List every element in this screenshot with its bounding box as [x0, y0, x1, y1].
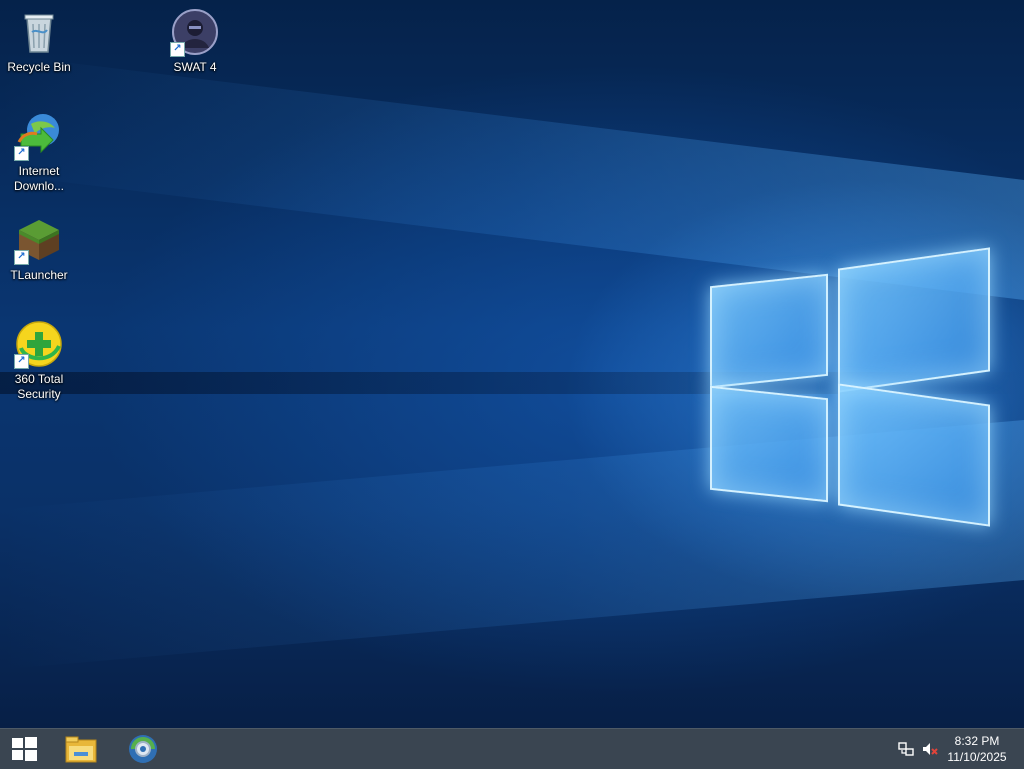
browser-icon — [129, 735, 157, 763]
clock-date: 11/10/2025 — [947, 750, 1007, 764]
icon-label: Internet Downlo... — [13, 164, 65, 193]
tlauncher-icon: ↗ — [14, 216, 63, 265]
clock-time: 8:32 PM — [954, 734, 1000, 748]
desktop-wallpaper[interactable]: Recycle Bin ↗ SWAT 4 ↗ Internet Downlo.. — [0, 0, 1024, 728]
shortcut-arrow-icon: ↗ — [14, 354, 29, 369]
network-icon — [898, 742, 914, 756]
recycle-bin-icon — [15, 8, 63, 56]
volume-muted-icon — [923, 743, 938, 755]
360-total-security-icon: ↗ — [14, 320, 63, 369]
taskbar: 8:32 PM 11/10/2025 — [0, 728, 1024, 769]
shortcut-arrow-icon: ↗ — [14, 146, 29, 161]
desktop-icon-swat4[interactable]: ↗ SWAT 4 — [158, 8, 232, 75]
system-clock[interactable]: 8:32 PM 11/10/2025 — [944, 733, 1010, 765]
icon-label: SWAT 4 — [173, 60, 217, 74]
shortcut-arrow-icon: ↗ — [170, 42, 185, 57]
taskbar-browser-button[interactable] — [118, 729, 168, 769]
desktop-icon-360-total-security[interactable]: ↗ 360 Total Security — [2, 320, 76, 402]
icon-label: Recycle Bin — [7, 60, 71, 74]
desktop-icon-tlauncher[interactable]: ↗ TLauncher — [2, 216, 76, 283]
windows-start-icon — [12, 737, 37, 761]
internet-download-manager-icon: ↗ — [14, 112, 63, 161]
desktop-icon-recycle-bin[interactable]: Recycle Bin — [2, 8, 76, 75]
icon-label: TLauncher — [10, 268, 68, 282]
file-explorer-icon — [65, 736, 97, 763]
desktop-icon-internet-download-manager[interactable]: ↗ Internet Downlo... — [2, 112, 76, 194]
swat4-icon: ↗ — [170, 8, 219, 57]
volume-tray-button[interactable] — [922, 741, 938, 757]
start-button[interactable] — [0, 729, 48, 769]
icon-label: 360 Total Security — [14, 372, 64, 401]
taskbar-file-explorer-button[interactable] — [56, 729, 106, 769]
shortcut-arrow-icon: ↗ — [14, 250, 29, 265]
network-tray-button[interactable] — [898, 741, 914, 757]
